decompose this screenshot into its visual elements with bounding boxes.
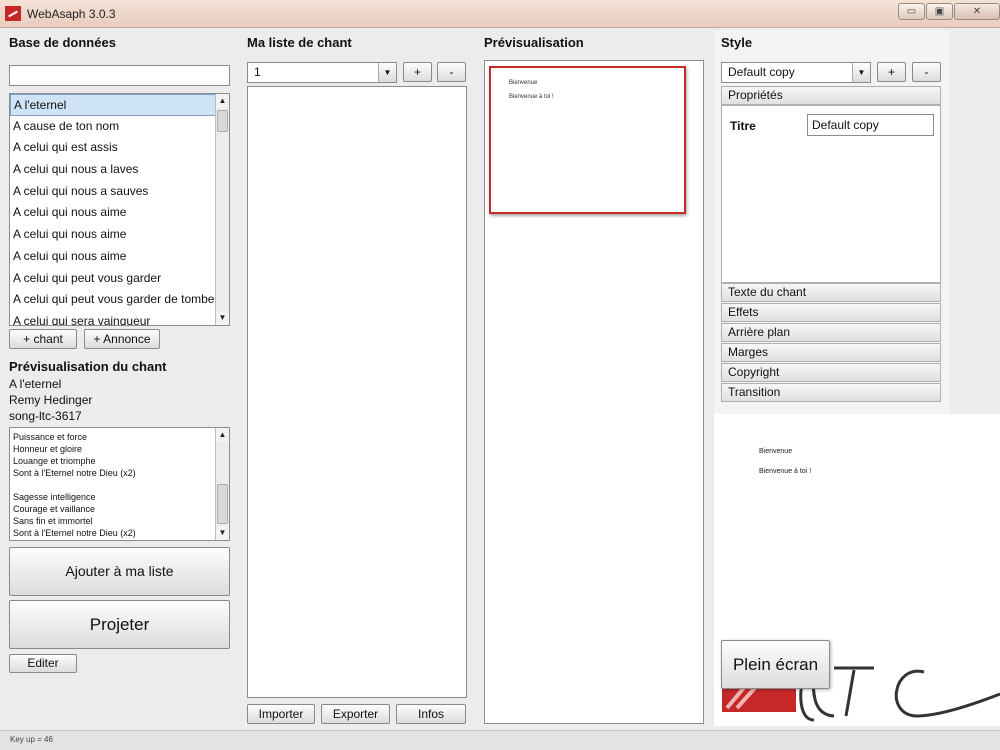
lyric-line: Honneur et gloire (13, 444, 83, 454)
preview-title: Prévisualisation (484, 35, 584, 50)
style-section-header[interactable]: Transition (721, 383, 941, 402)
song-list-item[interactable]: A celui qui nous aime (10, 224, 229, 246)
song-id: song-ltc-3617 (9, 409, 82, 423)
preview-text-line: Bienvenue (759, 448, 793, 455)
song-database-list[interactable]: A l'eternel A cause de ton nom A celui qui… (9, 93, 230, 326)
export-button[interactable]: Exporter (321, 704, 390, 724)
my-song-list[interactable] (247, 86, 467, 698)
style-section-header[interactable]: Effets (721, 303, 941, 322)
scroll-up-icon[interactable]: ▲ (216, 428, 229, 442)
fullscreen-button[interactable]: Plein écran (721, 640, 830, 689)
song-list-scrollbar[interactable]: ▲ ▼ (215, 94, 229, 325)
style-section-header[interactable]: Marges (721, 343, 941, 362)
add-announce-button[interactable]: + Annonce (84, 329, 160, 349)
list-select-value: 1 (254, 65, 261, 79)
style-remove-button[interactable]: - (912, 62, 941, 82)
preview-text-line: Bienvenue à toi ! (759, 468, 812, 475)
style-add-button[interactable]: + (877, 62, 906, 82)
lyric-line: Courage et vaillance (13, 504, 96, 514)
style-section-header[interactable]: Copyright (721, 363, 941, 382)
titre-label: Titre (730, 119, 756, 133)
lyric-line: Louange et triomphe (13, 456, 96, 466)
list-add-button[interactable]: + (403, 62, 432, 82)
lyric-line: Sagesse intelligence (13, 492, 96, 502)
scroll-down-icon[interactable]: ▼ (216, 526, 229, 540)
lyric-line: Sont à l'Eternel notre Dieu (x2) (13, 468, 136, 478)
properties-header[interactable]: Propriétés (721, 86, 941, 105)
maximize-button[interactable]: ▣ (926, 3, 953, 20)
scroll-thumb[interactable] (217, 110, 228, 132)
song-author: Remy Hedinger (9, 393, 93, 407)
close-button[interactable]: ✕ (954, 3, 1000, 20)
properties-body: Titre Default copy (721, 105, 941, 283)
song-list-item[interactable]: A l'eternel (10, 94, 229, 116)
my-list-title: Ma liste de chant (247, 35, 352, 50)
scroll-down-icon[interactable]: ▼ (216, 311, 229, 325)
lyric-line: Puissance et force (13, 432, 88, 442)
chevron-down-icon[interactable]: ▼ (852, 63, 870, 82)
lyric-line: Sont à l'Eternel notre Dieu (x2) (13, 528, 136, 538)
style-section-header[interactable]: Arrière plan (721, 323, 941, 342)
scroll-thumb[interactable] (217, 484, 228, 524)
add-to-list-button[interactable]: Ajouter à ma liste (9, 547, 230, 596)
database-title: Base de données (9, 35, 116, 50)
project-button[interactable]: Projeter (9, 600, 230, 649)
song-list-item[interactable]: A celui qui nous a laves (10, 159, 229, 181)
title-bar: WebAsaph 3.0.3 ▭ ▣ ✕ (0, 0, 1000, 28)
minimize-button[interactable]: ▭ (898, 3, 925, 20)
slide-list[interactable]: Bienvenue Bienvenue à toi ! (484, 60, 704, 724)
database-search-input[interactable] (9, 65, 230, 86)
lyrics-scrollbar[interactable]: ▲ ▼ (215, 428, 229, 540)
import-button[interactable]: Importer (247, 704, 315, 724)
slide-text-line: Bienvenue (509, 80, 538, 86)
info-button[interactable]: Infos (396, 704, 466, 724)
chevron-down-icon[interactable]: ▼ (378, 63, 396, 82)
window-title: WebAsaph 3.0.3 (27, 7, 116, 21)
edit-button[interactable]: Editer (9, 654, 77, 673)
style-section-header[interactable]: Texte du chant (721, 283, 941, 302)
song-list-item[interactable]: A celui qui peut vous garder de tombe (10, 289, 229, 311)
song-list-item[interactable]: A celui qui nous aime (10, 246, 229, 268)
lyric-line (10, 479, 229, 491)
slide-thumbnail[interactable]: Bienvenue Bienvenue à toi ! (489, 66, 686, 214)
song-list-item[interactable]: A celui qui nous a sauves (10, 181, 229, 203)
style-select-value: Default copy (728, 65, 795, 79)
song-title: A l'eternel (9, 377, 62, 391)
app-logo-icon (5, 6, 21, 21)
song-list-item[interactable]: A celui qui peut vous garder (10, 268, 229, 290)
song-list-item[interactable]: A celui qui nous aime (10, 202, 229, 224)
add-song-button[interactable]: + chant (9, 329, 77, 349)
list-remove-button[interactable]: - (437, 62, 466, 82)
titre-input[interactable]: Default copy (807, 114, 934, 136)
slide-text-line: Bienvenue à toi ! (509, 94, 554, 100)
lyric-line: Sans fin et immortel (13, 516, 93, 526)
song-list-item[interactable]: A celui qui sera vainqueur (10, 311, 229, 325)
song-lyrics-preview: Puissance et force Honneur et gloire Louan… (9, 427, 230, 541)
song-list-item[interactable]: A cause de ton nom (10, 116, 229, 138)
list-select[interactable]: 1 ▼ (247, 62, 397, 83)
song-list-item[interactable]: A celui qui est assis (10, 137, 229, 159)
style-title: Style (721, 35, 753, 50)
song-preview-title: Prévisualisation du chant (9, 359, 167, 374)
scroll-up-icon[interactable]: ▲ (216, 94, 229, 108)
status-bar: Key up = 46 (0, 730, 1000, 750)
style-select[interactable]: Default copy ▼ (721, 62, 871, 83)
live-preview: Bienvenue Bienvenue à toi ! Plein écran (714, 414, 1000, 726)
